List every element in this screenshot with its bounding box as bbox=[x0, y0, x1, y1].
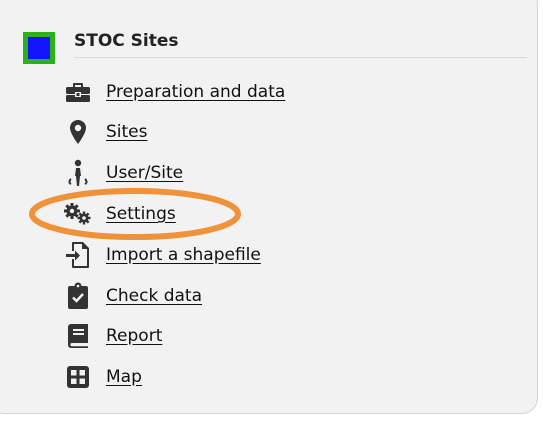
grid-map-icon bbox=[62, 362, 94, 392]
menu-item-label: User/Site bbox=[106, 163, 184, 183]
menu-item-preparation-and-data[interactable]: Preparation and data bbox=[62, 77, 285, 107]
menu-item-label: Map bbox=[106, 367, 142, 387]
menu-item-label: Import a shapefile bbox=[106, 245, 261, 265]
menu-item-import-a-shapefile[interactable]: Import a shapefile bbox=[62, 240, 261, 270]
clipboard-check-icon bbox=[62, 281, 94, 311]
person-walking-icon bbox=[62, 158, 94, 188]
menu-item-label: Preparation and data bbox=[106, 82, 286, 102]
gears-icon bbox=[62, 199, 94, 229]
menu-item-report[interactable]: Report bbox=[62, 321, 162, 351]
section-divider bbox=[74, 57, 527, 58]
menu-item-check-data[interactable]: Check data bbox=[62, 281, 202, 311]
menu-item-label: Report bbox=[106, 326, 163, 346]
menu-item-settings[interactable]: Settings bbox=[62, 199, 176, 229]
menu-item-label: Check data bbox=[106, 286, 202, 306]
menu-item-label: Settings bbox=[106, 204, 176, 224]
section-color-marker bbox=[23, 32, 55, 64]
file-import-icon bbox=[62, 240, 94, 270]
briefcase-icon bbox=[62, 77, 94, 107]
map-pin-icon bbox=[62, 117, 94, 147]
menu-item-map[interactable]: Map bbox=[62, 362, 142, 392]
menu-item-sites[interactable]: Sites bbox=[62, 117, 148, 147]
book-icon bbox=[62, 321, 94, 351]
section-title: STOC Sites bbox=[74, 31, 179, 51]
menu-item-label: Sites bbox=[106, 122, 148, 142]
menu-item-user-site[interactable]: User/Site bbox=[62, 158, 183, 188]
